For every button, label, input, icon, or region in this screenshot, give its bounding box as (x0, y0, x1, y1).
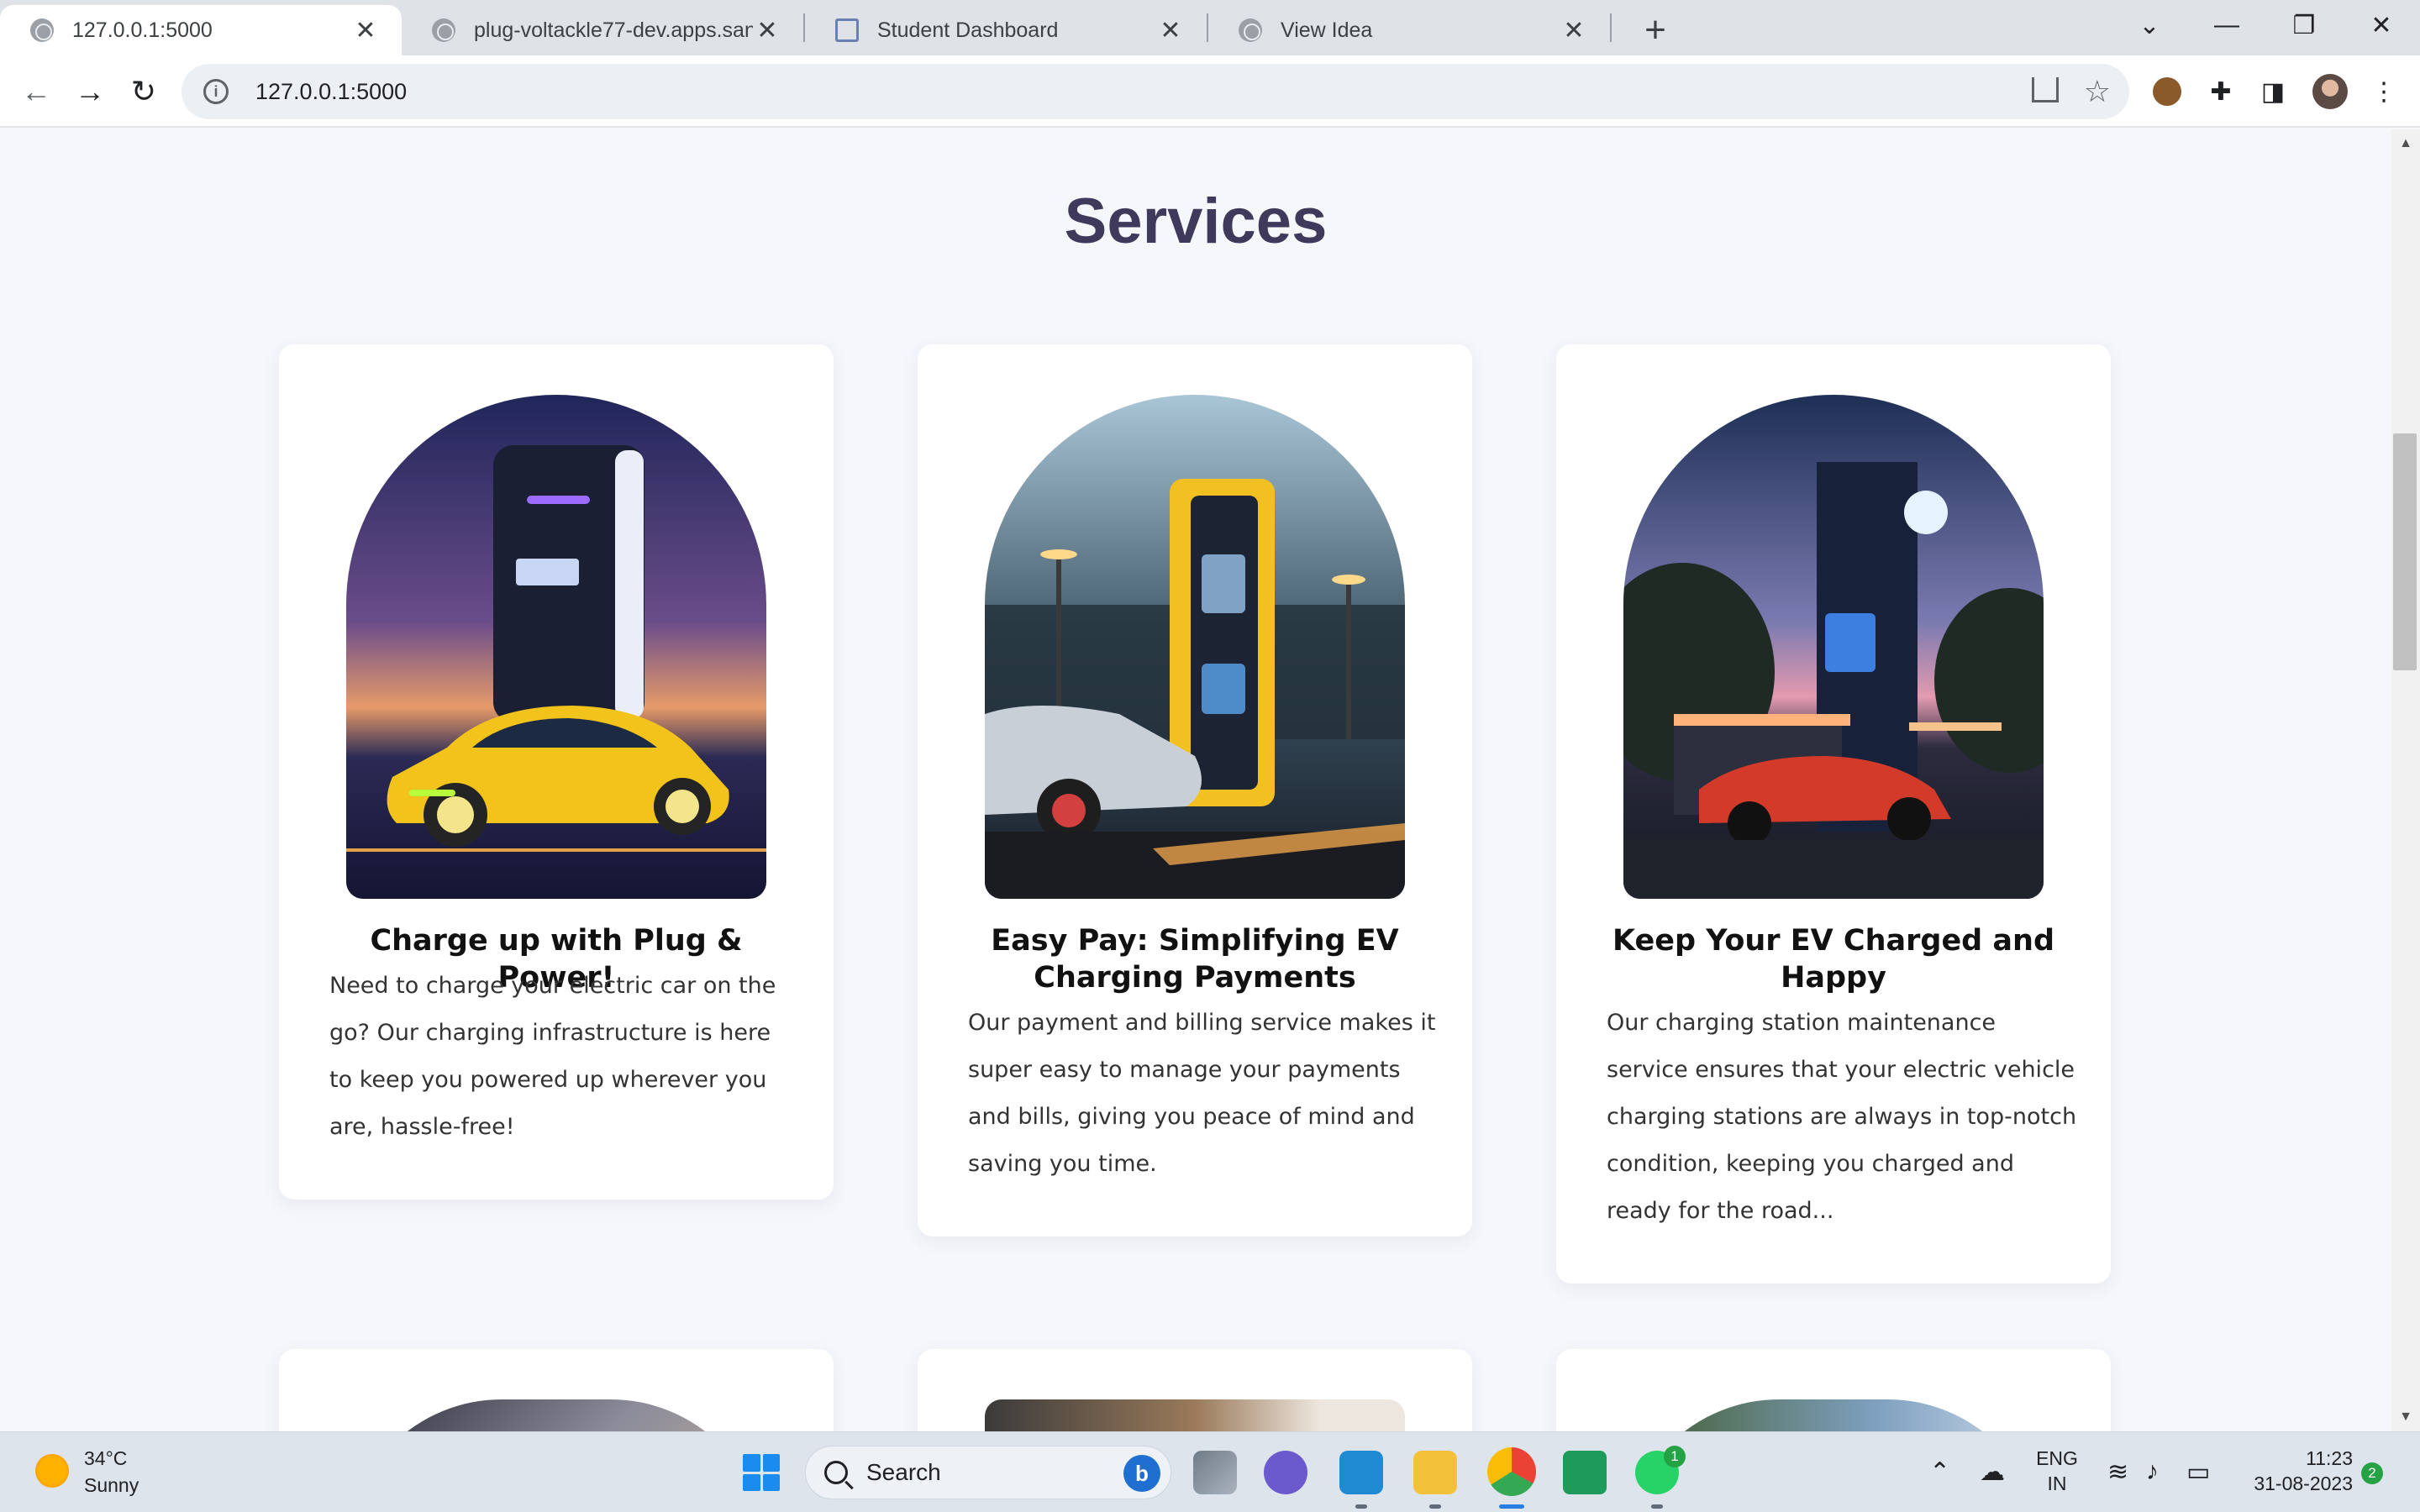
service-image (346, 1399, 766, 1431)
service-card-maintenance: Keep Your EV Charged and Happy Our charg… (1556, 344, 2111, 1284)
battery-icon[interactable]: ▭ (2186, 1457, 2210, 1487)
region-code: IN (2047, 1473, 2067, 1494)
service-image (1623, 1399, 2044, 1431)
volume-icon[interactable]: ♪ (2146, 1457, 2159, 1486)
time: 11:23 (2306, 1447, 2353, 1469)
bing-icon[interactable]: b (1123, 1455, 1160, 1492)
chevron-up-icon[interactable]: ⌃ (1929, 1457, 1950, 1487)
tab-strip: 127.0.0.1:5000 ✕ plug-voltackle77-dev.ap… (0, 0, 2420, 55)
minimize-button[interactable]: — (2188, 0, 2265, 50)
restore-button[interactable]: ❐ (2265, 0, 2343, 50)
taskbar-search[interactable]: Search b (805, 1446, 1171, 1499)
tab-title: View Idea (1281, 18, 1373, 42)
close-icon[interactable]: ✕ (351, 16, 380, 45)
extensions-puzzle-icon[interactable]: ✚ (2202, 72, 2240, 111)
tab-search-chevron-icon[interactable]: ⌄ (2111, 0, 2188, 50)
card-title: Easy Pay: Simplifying EV Charging Paymen… (991, 924, 1399, 995)
tab-plug-voltackle[interactable]: plug-voltackle77-dev.apps.sandb ✕ (402, 5, 803, 55)
window-close-button[interactable]: ✕ (2343, 0, 2420, 50)
address-bar[interactable]: i 127.0.0.1:5000 ☆ (182, 64, 2129, 119)
chart-icon (835, 18, 859, 42)
running-indicator (1429, 1504, 1441, 1509)
weather-temperature[interactable]: 34°C (84, 1447, 127, 1470)
service-card-row2-1 (279, 1349, 834, 1431)
scroll-down-arrow-icon[interactable]: ▼ (2396, 1408, 2415, 1426)
windows-start-icon[interactable] (743, 1454, 780, 1491)
tab-separator (1610, 13, 1612, 42)
tab-view-idea[interactable]: View Idea ✕ (1208, 5, 1610, 55)
language-code: ENG (2036, 1447, 2078, 1469)
url-text[interactable]: 127.0.0.1:5000 (255, 79, 407, 105)
page-scrollbar[interactable] (2391, 129, 2420, 1431)
forward-arrow-icon[interactable]: → (69, 71, 111, 113)
globe-icon (432, 18, 455, 42)
services-heading: Services (1064, 186, 1328, 257)
onedrive-cloud-icon[interactable]: ☁ (1980, 1457, 2005, 1487)
browser-menu-icon[interactable]: ⋮ (2365, 72, 2403, 111)
profile-avatar[interactable] (2312, 74, 2348, 109)
bookmark-star-icon[interactable]: ☆ (2084, 74, 2111, 109)
app-icon[interactable] (1563, 1451, 1607, 1494)
file-explorer-icon[interactable] (1413, 1451, 1457, 1494)
ev-charging-tower-red-car-image (1623, 395, 2044, 899)
new-tab-button[interactable]: + (1630, 5, 1681, 55)
back-arrow-icon[interactable]: ← (15, 71, 57, 113)
search-icon (824, 1461, 848, 1484)
close-icon[interactable]: ✕ (1156, 16, 1185, 45)
service-card-payments: Easy Pay: Simplifying EV Charging Paymen… (918, 344, 1472, 1236)
service-card-row2-2 (918, 1349, 1472, 1431)
browser-toolbar: ← → ↻ i 127.0.0.1:5000 ☆ ✚ ◨ ⋮ (0, 55, 2420, 128)
scroll-up-arrow-icon[interactable]: ▲ (2396, 134, 2415, 153)
chrome-icon[interactable] (1487, 1447, 1536, 1496)
globe-icon (30, 18, 54, 42)
reload-icon[interactable]: ↻ (123, 71, 165, 113)
tab-title: 127.0.0.1:5000 (72, 18, 213, 42)
windows-taskbar: 34°C Sunny Search b 1 ⌃ ☁ ENG IN ≋ ♪ ▭ 1… (0, 1431, 2420, 1512)
notification-count[interactable]: 2 (2361, 1462, 2383, 1484)
tab-student-dashboard[interactable]: Student Dashboard ✕ (805, 5, 1207, 55)
tab-title: plug-voltackle77-dev.apps.sandb (474, 18, 753, 42)
ev-charger-payment-terminal-image (985, 395, 1405, 899)
service-card-row2-3 (1556, 1349, 2111, 1431)
task-view-icon[interactable] (1193, 1451, 1237, 1494)
running-indicator (1499, 1504, 1524, 1509)
running-indicator (1355, 1504, 1367, 1509)
service-card-charging: Charge up with Plug & Power! Need to cha… (279, 344, 834, 1200)
vscode-icon[interactable] (1339, 1451, 1383, 1494)
card-description: Need to charge your electric car on the … (329, 973, 776, 1140)
side-panel-icon[interactable]: ◨ (2254, 72, 2292, 111)
card-title: Keep Your EV Charged and Happy (1612, 924, 2055, 995)
teams-chat-icon[interactable] (1264, 1451, 1307, 1494)
clock[interactable]: 11:23 31-08-2023 (2235, 1446, 2353, 1496)
weather-condition[interactable]: Sunny (84, 1474, 139, 1497)
card-description: Our charging station maintenance service… (1607, 1010, 2077, 1224)
share-icon[interactable] (2032, 77, 2059, 102)
page-viewport: Services Charge up with Plug & Power! Ne… (0, 129, 2391, 1431)
date: 31-08-2023 (2254, 1473, 2353, 1494)
close-icon[interactable]: ✕ (1560, 16, 1588, 45)
service-image (985, 1399, 1405, 1431)
wifi-icon[interactable]: ≋ (2107, 1457, 2128, 1487)
whatsapp-badge: 1 (1664, 1446, 1686, 1467)
site-info-icon[interactable]: i (203, 79, 229, 104)
globe-icon (1239, 18, 1262, 42)
search-label: Search (866, 1459, 941, 1485)
sun-icon[interactable] (35, 1454, 69, 1488)
tab-title: Student Dashboard (877, 18, 1059, 42)
scrollbar-thumb[interactable] (2393, 433, 2417, 670)
card-description: Our payment and billing service makes it… (968, 1010, 1436, 1177)
close-icon[interactable]: ✕ (753, 16, 781, 45)
running-indicator (1651, 1504, 1663, 1509)
language-indicator[interactable]: ENG IN (2032, 1446, 2082, 1496)
ev-charging-station-yellow-car-image (346, 395, 766, 899)
tab-localhost[interactable]: 127.0.0.1:5000 ✕ (0, 5, 402, 55)
cookie-extension-icon[interactable] (2153, 77, 2181, 106)
